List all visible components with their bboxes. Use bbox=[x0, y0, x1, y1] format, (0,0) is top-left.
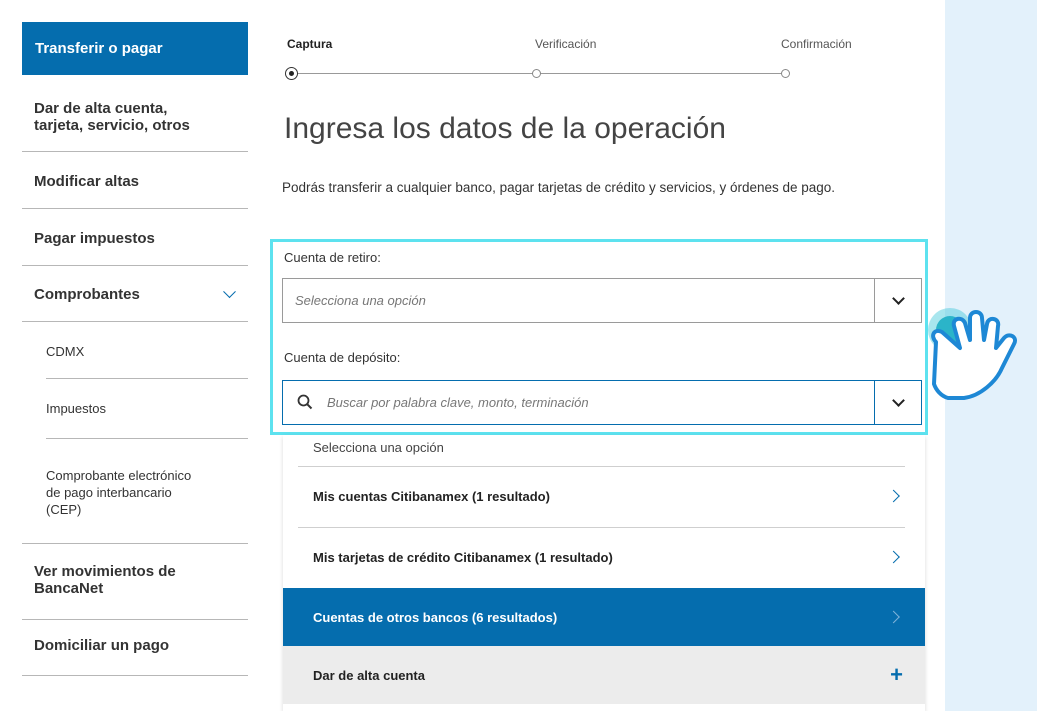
sidebar-divider bbox=[22, 151, 248, 152]
sidebar-item-label: Pagar impuestos bbox=[34, 229, 155, 247]
sidebar-divider bbox=[46, 438, 248, 439]
chevron-right-icon bbox=[887, 550, 900, 564]
hand-pointer-icon bbox=[928, 308, 1017, 400]
sidebar-divider bbox=[46, 378, 248, 379]
step-verificacion-label: Verificación bbox=[535, 37, 597, 51]
dropdown-option-mis-tarjetas[interactable]: Mis tarjetas de crédito Citibanamex (1 r… bbox=[283, 528, 925, 586]
dropdown-option-label: Cuentas de otros bancos (6 resultados) bbox=[313, 609, 558, 625]
step-dot-verificacion bbox=[532, 69, 541, 78]
sidebar-item-label: Domiciliar un pago bbox=[34, 636, 170, 654]
dropdown-option-label: Mis tarjetas de crédito Citibanamex (1 r… bbox=[313, 549, 613, 565]
deposit-account-label: Cuenta de depósito: bbox=[284, 350, 401, 365]
sidebar-item-domiciliar-pago[interactable]: Domiciliar un pago bbox=[22, 630, 248, 660]
dropdown-option-mis-cuentas[interactable]: Mis cuentas Citibanamex (1 resultado) bbox=[283, 467, 925, 525]
withdrawal-account-placeholder: Selecciona una opción bbox=[295, 293, 426, 308]
sidebar-subitem-cep[interactable]: Comprobante electrónico de pago interban… bbox=[22, 458, 248, 526]
intro-text: Podrás transferir a cualquier banco, pag… bbox=[282, 180, 836, 195]
step-confirmacion-label: Confirmación bbox=[781, 37, 852, 51]
sidebar-item-pagar-impuestos[interactable]: Pagar impuestos bbox=[22, 223, 248, 253]
sidebar-item-label: CDMX bbox=[46, 343, 85, 359]
dropdown-option-otros-bancos[interactable]: Cuentas de otros bancos (6 resultados) bbox=[283, 588, 925, 646]
dropdown-hint: Selecciona una opción bbox=[313, 440, 444, 455]
chevron-down-icon bbox=[223, 285, 236, 299]
deposit-account-placeholder: Buscar por palabra clave, monto, termina… bbox=[327, 395, 589, 410]
sidebar: Transferir o pagar Dar de alta cuenta, t… bbox=[0, 0, 264, 711]
dropdown-option-label: Mis cuentas Citibanamex (1 resultado) bbox=[313, 488, 550, 504]
sidebar-item-label: Comprobante electrónico de pago interban… bbox=[46, 467, 192, 517]
sidebar-item-label: Ver movimientos de BancaNet bbox=[34, 563, 176, 597]
sidebar-subitem-cdmx[interactable]: CDMX bbox=[22, 337, 248, 365]
sidebar-item-dar-de-alta[interactable]: Dar de alta cuenta, tarjeta, servicio, o… bbox=[22, 92, 248, 142]
sidebar-subitem-impuestos[interactable]: Impuestos bbox=[22, 394, 248, 422]
sidebar-item-label: Comprobantes bbox=[34, 285, 140, 303]
step-captura-label: Captura bbox=[287, 37, 333, 51]
chevron-right-icon bbox=[887, 610, 900, 624]
chevron-down-icon bbox=[891, 292, 905, 305]
chevron-right-icon bbox=[887, 489, 900, 503]
withdrawal-account-label: Cuenta de retiro: bbox=[284, 250, 381, 265]
chevron-down-icon bbox=[891, 394, 905, 407]
sidebar-item-label: Impuestos bbox=[46, 400, 106, 416]
sidebar-item-comprobantes[interactable]: Comprobantes bbox=[22, 279, 248, 309]
deposit-account-search[interactable]: Buscar por palabra clave, monto, termina… bbox=[282, 380, 922, 425]
sidebar-item-label: Modificar altas bbox=[34, 172, 140, 190]
sidebar-item-label: Dar de alta cuenta, tarjeta, servicio, o… bbox=[34, 100, 190, 134]
plus-icon: + bbox=[890, 662, 903, 687]
sidebar-divider bbox=[22, 321, 248, 322]
add-account-label: Dar de alta cuenta bbox=[313, 667, 425, 683]
search-icon bbox=[297, 394, 313, 410]
sidebar-divider bbox=[22, 675, 248, 676]
add-account-option[interactable]: Dar de alta cuenta + bbox=[283, 646, 925, 704]
withdrawal-account-select[interactable]: Selecciona una opción bbox=[282, 278, 922, 323]
sidebar-item-ver-movimientos[interactable]: Ver movimientos de BancaNet bbox=[22, 560, 248, 600]
sidebar-header-transferir-o-pagar[interactable]: Transferir o pagar bbox=[22, 22, 248, 75]
step-dot-confirmacion bbox=[781, 69, 790, 78]
sidebar-divider bbox=[22, 265, 248, 266]
sidebar-divider bbox=[22, 619, 248, 620]
sidebar-header-label: Transferir o pagar bbox=[35, 40, 163, 57]
sidebar-item-modificar-altas[interactable]: Modificar altas bbox=[22, 166, 248, 196]
page-title: Ingresa los datos de la operación bbox=[284, 112, 726, 145]
sidebar-divider bbox=[22, 543, 248, 544]
step-dot-captura bbox=[285, 67, 298, 80]
sidebar-divider bbox=[22, 208, 248, 209]
